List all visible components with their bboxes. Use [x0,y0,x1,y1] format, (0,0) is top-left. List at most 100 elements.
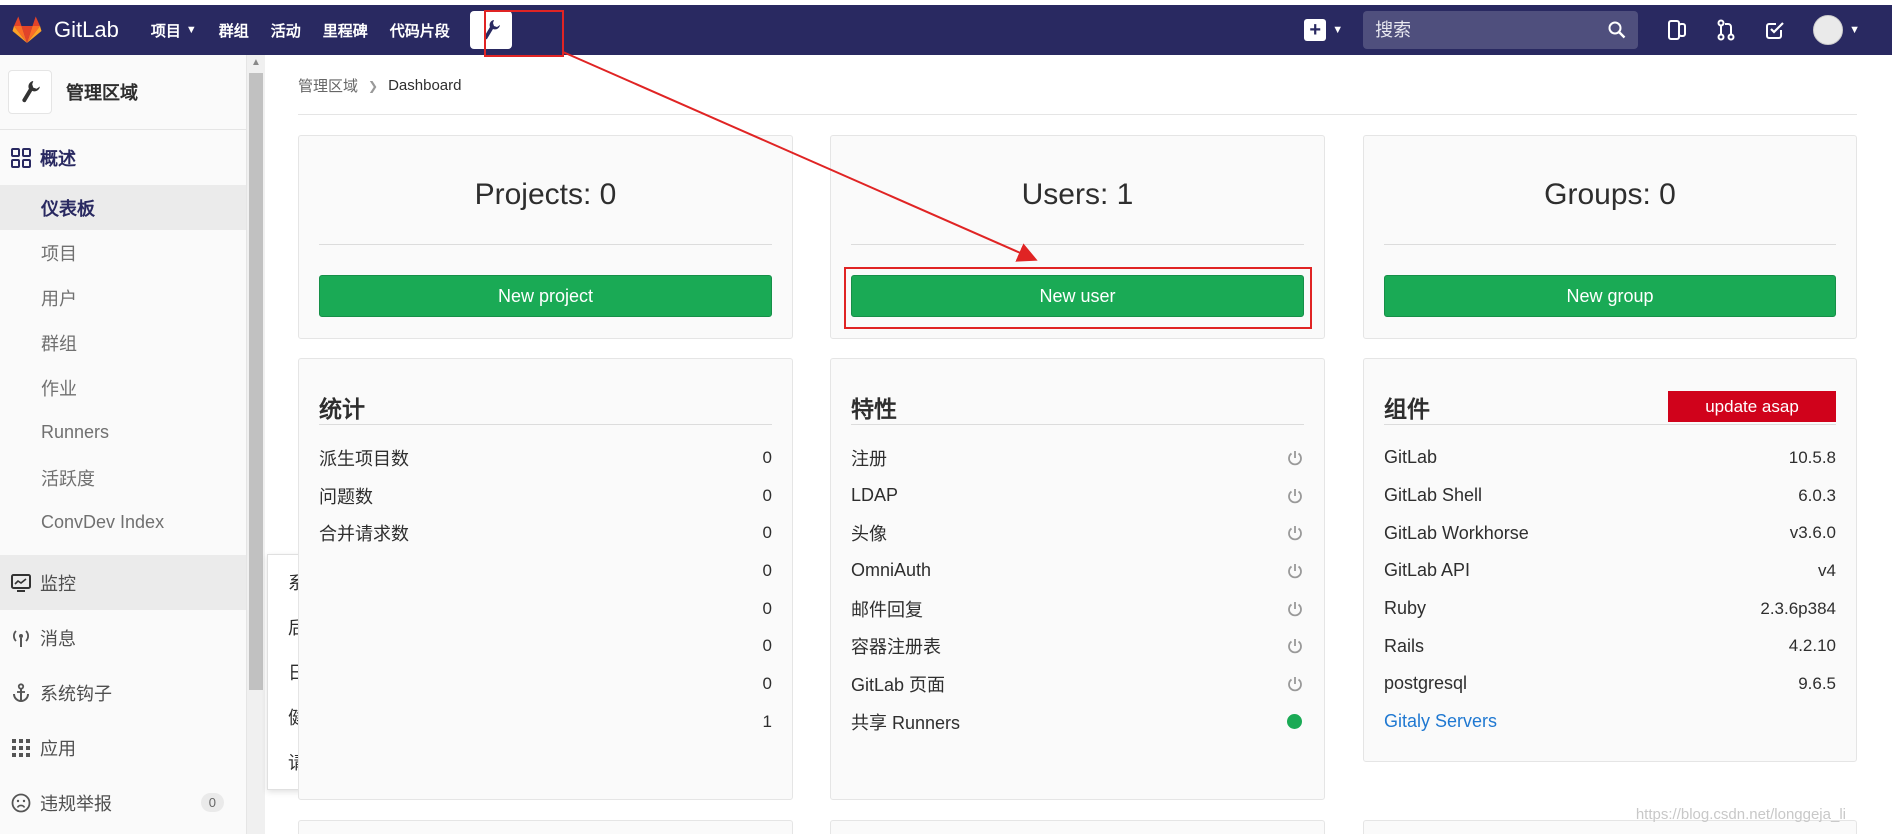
component-version: 9.6.5 [1798,673,1836,693]
list-item: 注册 [851,439,1304,477]
component-version: 2.3.6p384 [1760,598,1836,618]
list-item: Gitaly Servers [1384,703,1836,741]
brand[interactable]: GitLab [12,15,119,45]
card-divider [851,244,1304,245]
feature-label: 邮件回复 [851,599,923,620]
grid-icon [10,147,32,168]
breadcrumb: 管理区域 ❯ Dashboard [298,75,461,96]
component-name: GitLab API [1384,560,1471,581]
sidebar-scrollbar[interactable]: ▲ [247,55,265,834]
chevron-down-icon: ▼ [1332,24,1344,36]
issues-icon[interactable] [1666,19,1688,41]
nav-snippets[interactable]: 代码片段 [390,20,450,41]
list-item: 派生项目数 0 [319,439,772,477]
sidebar-sub-activity[interactable]: 活跃度 [0,455,246,500]
power-off-icon [1286,487,1304,505]
sidebar-item-label: 概述 [40,148,76,169]
users-count: Users: 1 [1021,178,1134,211]
stat-value: 0 [762,560,772,580]
merge-request-icon[interactable] [1715,19,1737,41]
sidebar-item-applications[interactable]: 应用 [0,720,246,775]
nav-milestones[interactable]: 里程碑 [323,20,368,41]
sidebar-header[interactable]: 管理区域 [0,55,246,130]
components-list: GitLab 10.5.8 GitLab Shell 6.0.3 GitLab Wo… [1384,439,1836,741]
component-name: GitLab Workhorse [1384,522,1529,543]
plus-icon: + [1304,19,1327,41]
sidebar-item-messages[interactable]: 消息 [0,610,246,665]
stat-label: 派生项目数 [319,448,409,469]
search-box[interactable] [1363,11,1639,49]
search-icon [1608,21,1626,39]
bottom-card [830,820,1325,834]
update-asap-badge[interactable]: update asap [1668,391,1836,422]
sidebar-sub-convdev[interactable]: ConvDev Index [0,500,246,545]
annotation-box-admin [484,10,564,57]
apps-icon [10,738,32,758]
statistics-list: 派生项目数 0 问题数 0 合并请求数 0 0 0 0 0 1 [319,439,772,741]
stat-label: 合并请求数 [319,524,409,545]
sidebar-sub-jobs[interactable]: 作业 [0,365,246,410]
feature-label: GitLab 页面 [851,674,946,695]
nav-groups[interactable]: 群组 [219,20,249,41]
sidebar-sub-groups[interactable]: 群组 [0,320,246,365]
stat-value: 0 [762,523,772,543]
new-dropdown-button[interactable]: + ▼ [1304,19,1343,41]
component-name: Ruby [1384,598,1427,619]
breadcrumb-admin-area[interactable]: 管理区域 [298,75,358,96]
sidebar-sub-users[interactable]: 用户 [0,275,246,320]
list-item: 问题数 0 [319,477,772,515]
status-on-dot-icon [1287,714,1302,730]
brand-name: GitLab [54,17,119,42]
power-off-icon [1286,675,1304,693]
chevron-down-icon: ▼ [185,24,197,36]
stat-value: 0 [762,636,772,656]
list-item: GitLab API v4 [1384,552,1836,590]
sidebar-item-label: 应用 [40,738,76,759]
anchor-icon [10,682,32,703]
sidebar-sub-dashboard[interactable]: 仪表板 [0,185,246,230]
breadcrumb-divider [298,114,1857,115]
scroll-up-arrow-icon[interactable]: ▲ [247,57,265,69]
stat-value: 0 [762,598,772,618]
scroll-thumb[interactable] [249,73,263,690]
user-menu[interactable]: ▼ [1813,15,1860,45]
list-item: postgresql 9.6.5 [1384,665,1836,703]
wrench-icon [22,81,40,103]
component-version: 4.2.10 [1788,636,1836,656]
power-off-icon [1286,600,1304,618]
nav-projects[interactable]: 项目 ▼ [151,20,197,41]
stat-value: 0 [762,673,772,693]
gitlab-logo-icon [12,15,42,45]
breadcrumb-current[interactable]: Dashboard [388,77,461,94]
gitaly-servers-link[interactable]: Gitaly Servers [1384,711,1497,732]
power-off-icon [1286,637,1304,655]
list-item: 共享 Runners [851,703,1304,741]
sidebar-item-label: 系统钩子 [40,683,112,704]
list-item: 0 [319,627,772,665]
list-item: GitLab Shell 6.0.3 [1384,477,1836,515]
statistics-card: 统计 派生项目数 0 问题数 0 合并请求数 0 0 0 0 0 1 [298,358,793,800]
component-name: GitLab [1384,447,1438,468]
abuse-icon [10,793,32,813]
sidebar: 管理区域 概述 仪表板 项目 用户 群组 作业 Runners 活跃度 Conv… [0,55,247,834]
search-input[interactable] [1375,19,1609,41]
list-item: 0 [319,665,772,703]
sidebar-sub-runners[interactable]: Runners [0,410,246,455]
sidebar-item-overview[interactable]: 概述 [0,130,246,185]
nav-activity[interactable]: 活动 [271,20,301,41]
stat-value: 0 [762,447,772,467]
new-group-button[interactable]: New group [1384,275,1836,317]
component-version: v4 [1818,560,1836,580]
sidebar-item-label: 违规举报 [40,793,112,814]
list-item: 邮件回复 [851,590,1304,628]
list-item: 容器注册表 [851,627,1304,665]
sidebar-item-hooks[interactable]: 系统钩子 [0,665,246,720]
sidebar-sub-projects[interactable]: 项目 [0,230,246,275]
feature-label: 容器注册表 [851,637,941,658]
sidebar-item-monitoring[interactable]: 监控 [0,555,246,610]
sidebar-item-abuse-reports[interactable]: 违规举报 0 [0,775,246,830]
new-project-button[interactable]: New project [319,275,772,317]
todo-icon[interactable] [1764,19,1786,41]
component-version: 6.0.3 [1798,485,1836,505]
feature-label: 共享 Runners [851,712,961,733]
